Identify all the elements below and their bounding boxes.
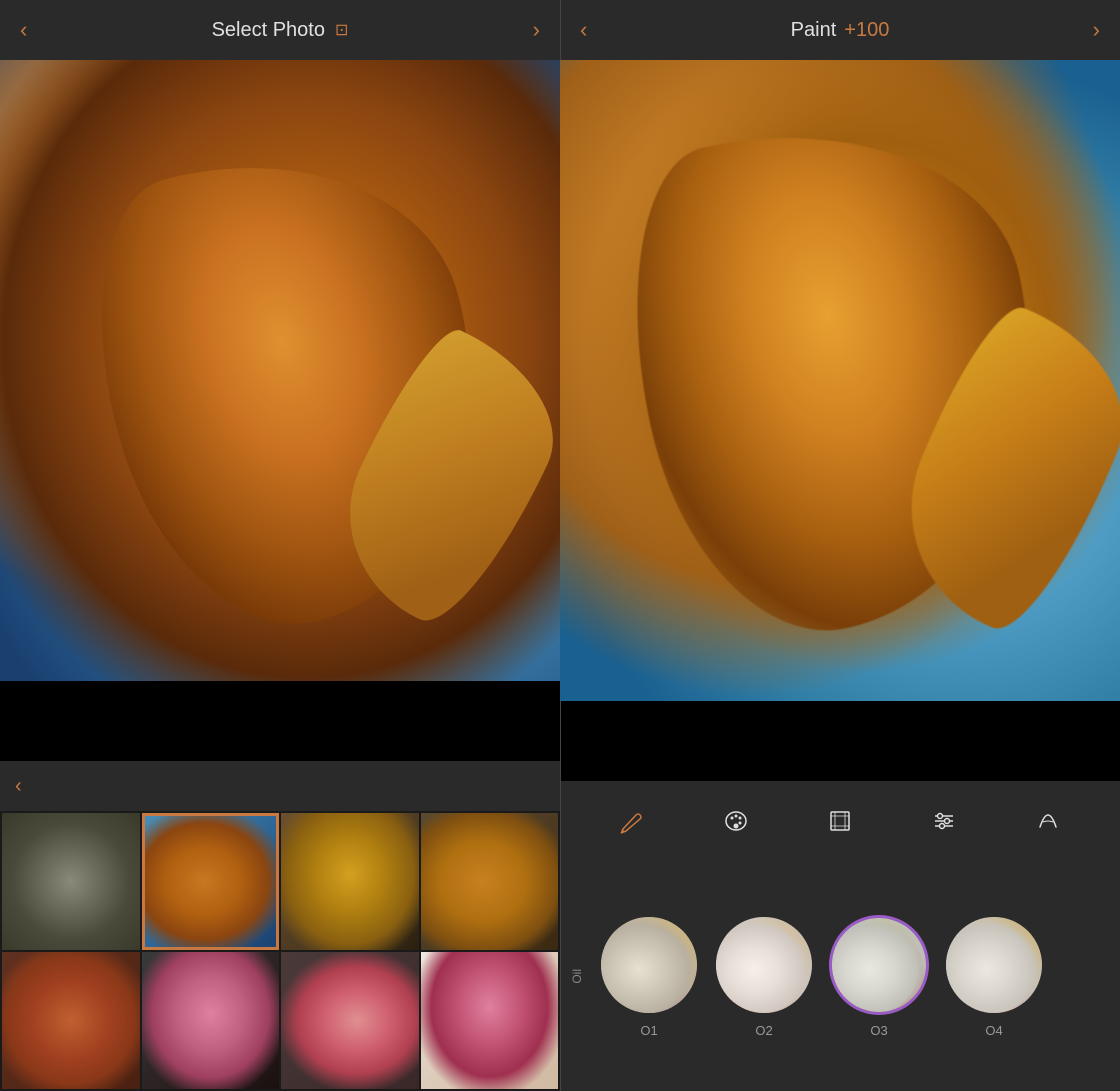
- thumbnail-6[interactable]: [142, 952, 280, 1089]
- brush-tool-button[interactable]: [607, 796, 657, 846]
- right-back-button[interactable]: ‹: [580, 17, 587, 43]
- style-thumb-o3[interactable]: [829, 915, 929, 1015]
- right-title-group: Paint +100: [791, 19, 890, 42]
- thumbnail-3[interactable]: [281, 813, 419, 950]
- style-label-o4: O4: [985, 1023, 1002, 1038]
- thumbnail-2[interactable]: [142, 813, 280, 950]
- left-panel: ‹ Select Photo ⊡ › ‹: [0, 0, 560, 1091]
- thumb-image-3: [281, 813, 419, 950]
- left-bottom: ‹: [0, 761, 560, 1091]
- right-panel: ‹ Paint +100 ›: [560, 0, 1120, 1091]
- thumb-image-8: [421, 952, 559, 1089]
- right-black-bar: [560, 701, 1120, 781]
- style-label-o1: O1: [640, 1023, 657, 1038]
- left-back-button[interactable]: ‹: [20, 17, 27, 43]
- crop-icon[interactable]: ⊡: [335, 20, 348, 40]
- style-item-o3: O3: [829, 915, 929, 1038]
- right-main-photo: [560, 60, 1120, 701]
- style-thumb-img-o4: [946, 917, 1042, 1013]
- style-thumb-img-o3: [832, 918, 926, 1012]
- left-forward-button[interactable]: ›: [533, 17, 540, 43]
- paint-title: Paint: [791, 19, 837, 42]
- style-thumb-o2[interactable]: [714, 915, 814, 1015]
- style-item-o2: O2: [714, 915, 814, 1038]
- style-thumb-img-o2: [716, 917, 812, 1013]
- style-thumb-o1[interactable]: [599, 915, 699, 1015]
- left-black-bar: [0, 681, 560, 761]
- thumbnail-7[interactable]: [281, 952, 419, 1089]
- strip-back-button[interactable]: ‹: [15, 775, 22, 798]
- text-tool-button[interactable]: [1023, 796, 1073, 846]
- left-header: ‹ Select Photo ⊡ ›: [0, 0, 560, 60]
- thumb-image-6: [142, 952, 280, 1089]
- left-title-group: Select Photo ⊡: [212, 19, 349, 42]
- sliders-tool-button[interactable]: [919, 796, 969, 846]
- thumb-image-2: [142, 813, 280, 950]
- strip-header: ‹: [0, 761, 560, 811]
- style-thumb-img-o1: [601, 917, 697, 1013]
- thumbnail-1[interactable]: [2, 813, 140, 950]
- right-header: ‹ Paint +100 ›: [560, 0, 1120, 60]
- thumbnail-grid: [0, 811, 560, 1091]
- style-item-o4: O4: [944, 915, 1044, 1038]
- right-forward-button[interactable]: ›: [1093, 17, 1100, 43]
- style-options: O1 O2 O3 O4: [599, 915, 1044, 1038]
- toolbar: [560, 781, 1120, 861]
- style-label-o3: O3: [870, 1023, 887, 1038]
- thumb-image-5: [2, 952, 140, 1089]
- painted-photo: [560, 60, 1120, 701]
- thumb-image-1: [2, 813, 140, 950]
- left-main-photo: [0, 60, 560, 681]
- style-item-o1: O1: [599, 915, 699, 1038]
- style-label-o2: O2: [755, 1023, 772, 1038]
- oil-category-label: Oil: [570, 969, 584, 984]
- left-header-title: Select Photo: [212, 19, 325, 42]
- thumb-image-7: [281, 952, 419, 1089]
- style-thumb-o4[interactable]: [944, 915, 1044, 1015]
- thumbnail-5[interactable]: [2, 952, 140, 1089]
- canvas-tool-button[interactable]: [815, 796, 865, 846]
- style-strip: Oil O1 O2 O3: [560, 861, 1120, 1091]
- thumbnail-8[interactable]: [421, 952, 559, 1089]
- thumbnail-4[interactable]: [421, 813, 559, 950]
- thumb-image-4: [421, 813, 559, 950]
- palette-tool-button[interactable]: [711, 796, 761, 846]
- paint-value: +100: [844, 19, 889, 42]
- original-photo: [0, 60, 560, 681]
